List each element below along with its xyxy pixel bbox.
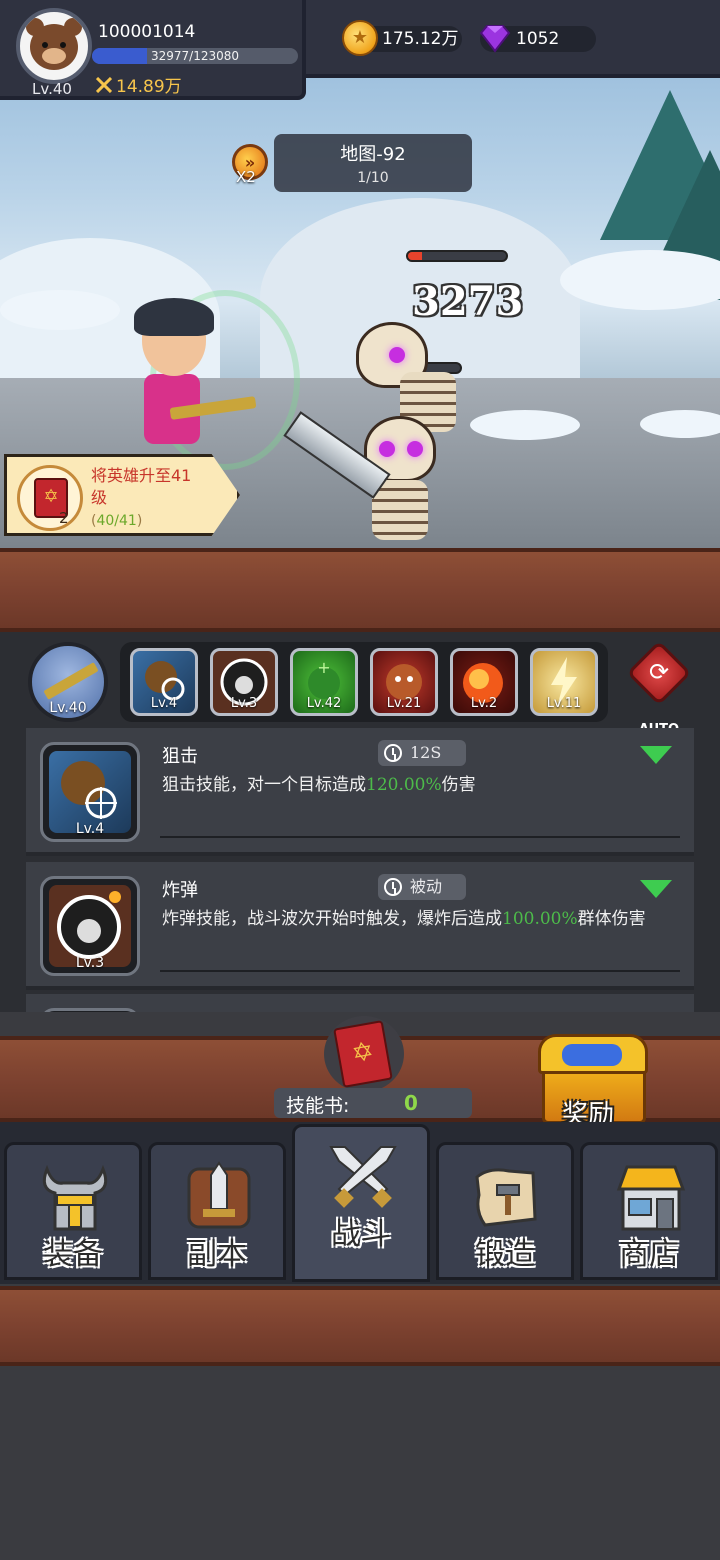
skill-slot-bomb[interactable]: Lv.3 (210, 648, 278, 716)
skill-description: 狙击技能，对一个目标造成120.00%伤害 (162, 775, 476, 795)
quest-banner[interactable]: 2 将英雄升至41级 (40/41) (4, 454, 240, 536)
tab-battle[interactable]: 战斗 (292, 1124, 430, 1282)
gold-value: 175.12万 (382, 29, 459, 49)
clock-icon (384, 744, 402, 762)
expand-arrow-icon[interactable] (640, 746, 672, 764)
skill-slot-lightning[interactable]: Lv.11 (530, 648, 598, 716)
player-level: Lv.40 (32, 80, 72, 98)
avatar[interactable] (16, 8, 92, 84)
clock-icon (384, 878, 402, 896)
exp-bar: 32977/123080 (92, 48, 298, 64)
player-id: 100001014 (98, 22, 196, 42)
tab-dungeon[interactable]: 副本 (148, 1142, 286, 1280)
skill-book-button[interactable] (324, 1016, 404, 1092)
gem-value: 1052 (516, 29, 560, 49)
skill-thumbnail: Lv.3 (40, 876, 140, 976)
skill-slot-poison[interactable]: + Lv.42 (290, 648, 358, 716)
skill-thumbnail: Lv.4 (40, 742, 140, 842)
skill-thumbnail (40, 1008, 140, 1012)
gold-counter[interactable]: 175.12万 (342, 20, 462, 56)
skill-name: 炸弹 (162, 880, 198, 901)
tab-forge[interactable]: 锻造 (436, 1142, 574, 1280)
svg-text:+: + (317, 658, 330, 677)
skill-slot-snipe[interactable]: Lv.4 (130, 648, 198, 716)
skill-cooldown: 12S (378, 740, 466, 766)
bottom-nav: 装备 副本 战斗 锻造 商店 (0, 1122, 720, 1284)
crossed-swords-icon (96, 77, 112, 93)
expand-arrow-icon[interactable] (640, 880, 672, 898)
crossed-swords-icon (329, 1146, 397, 1208)
gem-counter[interactable]: 1052 (479, 25, 596, 53)
skill-cooldown: 被动 (378, 874, 466, 900)
gold-coin-icon (342, 20, 378, 56)
skill-slot-fireball[interactable]: Lv.2 (450, 648, 518, 716)
skill-description: 炸弹技能，战斗波次开始时触发，爆炸后造成100.00%群体伤害 (162, 909, 646, 929)
skill-book-icon (17, 465, 83, 531)
enemy-health-bar (406, 250, 508, 262)
shop-icon (616, 1165, 686, 1231)
tab-equipment[interactable]: 装备 (4, 1142, 142, 1280)
skill-book-icon (333, 1020, 393, 1088)
helmet-icon (42, 1164, 108, 1231)
skill-slot-rage[interactable]: Lv.21 (370, 648, 438, 716)
skill-name: 狙击 (162, 746, 198, 767)
skill-card[interactable]: Lv.3 炸弹 被动 炸弹技能，战斗波次开始时触发，爆炸后造成100.00%群体… (26, 862, 694, 990)
tab-shop[interactable]: 商店 (580, 1142, 718, 1280)
refresh-icon: ⟳ (648, 658, 670, 686)
damage-number: 3273 (412, 278, 524, 325)
player-header: Lv.40 100001014 32977/123080 14.89万 175.… (0, 0, 720, 100)
skill-card[interactable]: Lv.4 狙击 12S 狙击技能，对一个目标造成120.00%伤害 (26, 728, 694, 856)
quest-reward-count: 2 (59, 509, 69, 527)
map-name: 地图-92 (340, 144, 406, 165)
wave-counter: 1/10 (357, 170, 389, 186)
scroll-hammer-icon (475, 1168, 537, 1227)
auto-button[interactable]: ⟳ AUTO (626, 640, 692, 737)
wood-divider (0, 1286, 720, 1366)
speed-label: X2 (236, 168, 256, 186)
skills-panel: Lv.40 Lv.4 Lv.3 + Lv.42 Lv.21 Lv.2 Lv.11 (0, 632, 720, 1012)
combat-power: 14.89万 (96, 72, 182, 97)
skill-book-counter: 技能书: 0 (274, 1088, 472, 1118)
quest-progress: (40/41) (91, 513, 143, 529)
skill-book-value: 0 (404, 1091, 418, 1115)
hero-character (130, 298, 257, 458)
wood-divider (0, 548, 720, 632)
weapon-slot[interactable]: Lv.40 (28, 642, 108, 722)
skill-card[interactable] (26, 994, 694, 1012)
quest-text: 将英雄升至41级 (91, 466, 192, 507)
skill-book-label: 技能书: (286, 1095, 350, 1117)
rifle-icon (43, 662, 99, 700)
sword-icon (187, 1161, 251, 1229)
gem-icon (479, 25, 511, 53)
combat-power-value: 14.89万 (116, 77, 182, 97)
stage-info: 地图-92 1/10 (274, 134, 472, 192)
exp-text: 32977/123080 (150, 49, 240, 63)
skill-slot-bar: Lv.4 Lv.3 + Lv.42 Lv.21 Lv.2 Lv.11 (120, 642, 608, 722)
